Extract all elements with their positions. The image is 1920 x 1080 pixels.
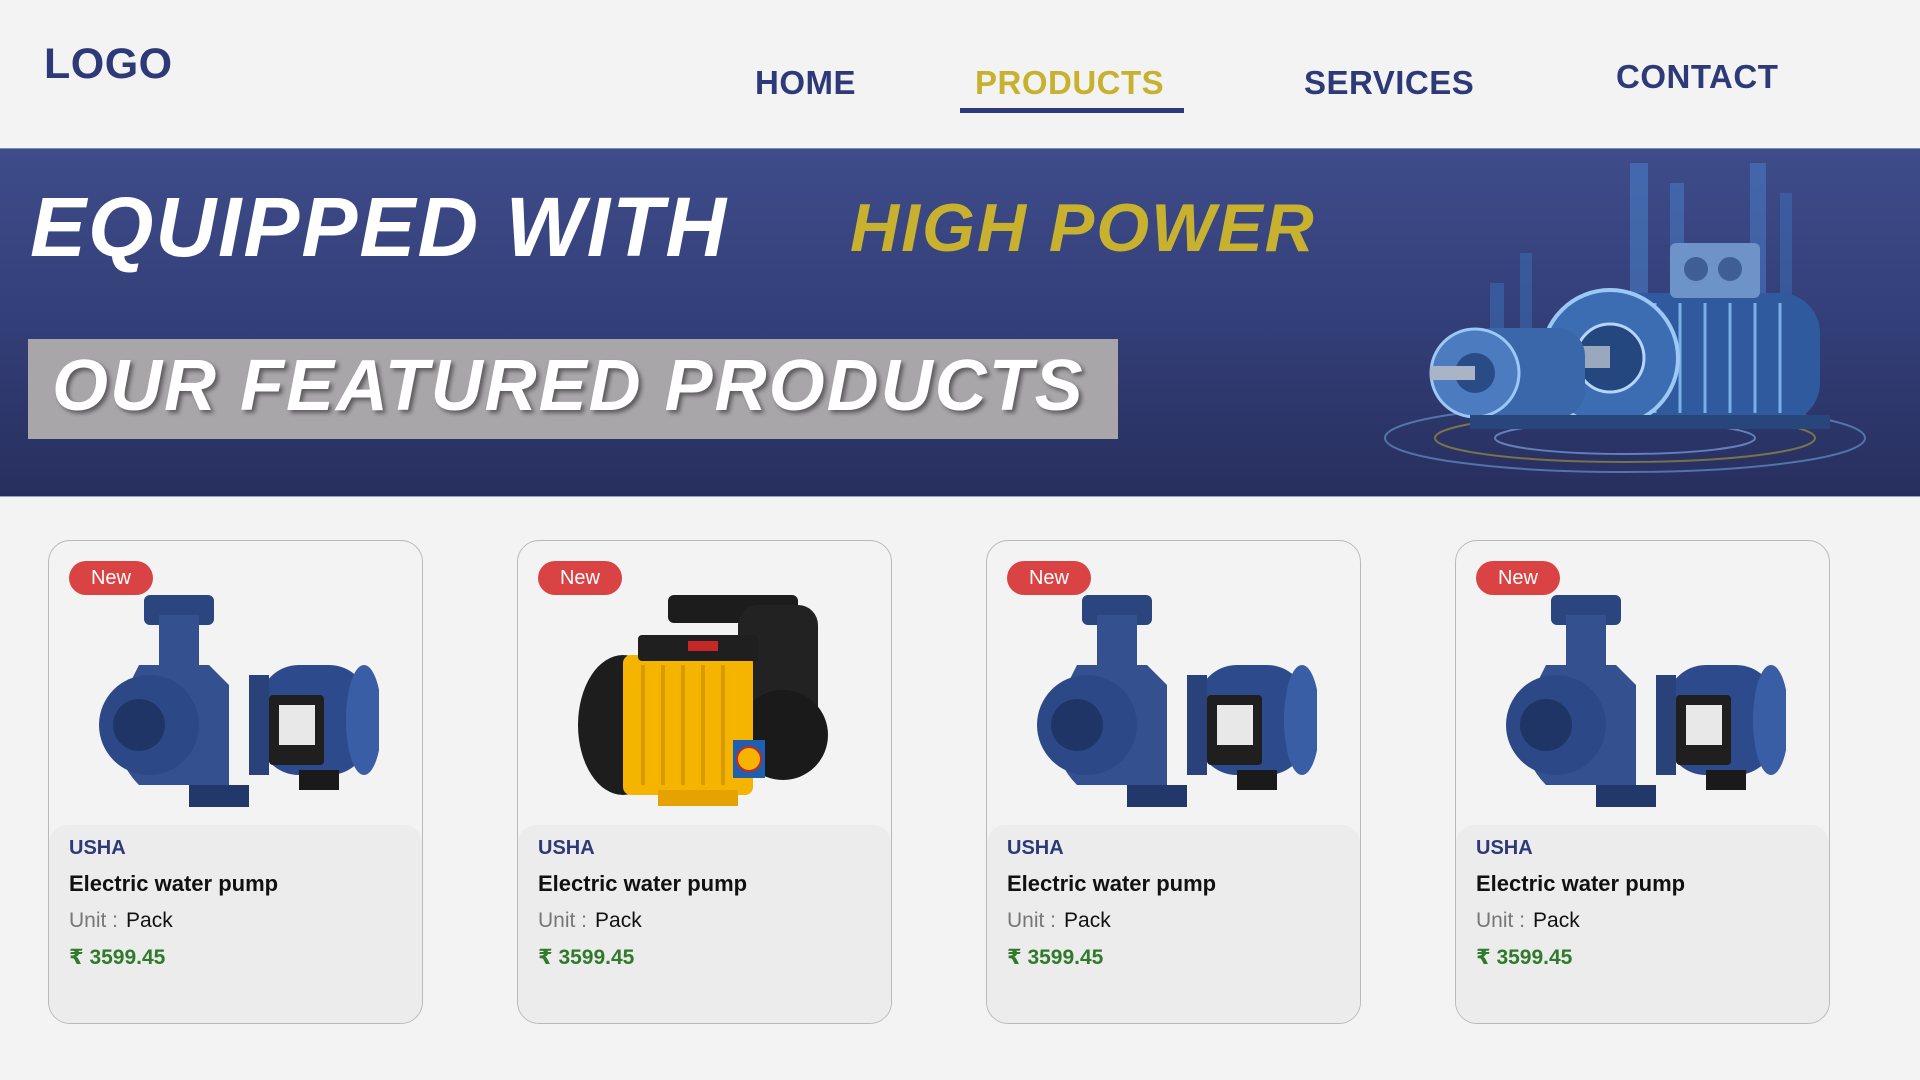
site-header: LOGO HOME PRODUCTS SERVICES CONTACT [0,0,1920,148]
product-price: ₹ 3599.45 [69,946,166,969]
nav-contact[interactable]: CONTACT [1616,58,1778,96]
product-name[interactable]: Electric water pump [69,871,278,897]
product-brand: USHA [1007,837,1064,859]
blue-pump-image [1506,595,1786,807]
product-card[interactable]: New USHA Electric water pump Unit : Pack … [517,540,892,1024]
banner-headline: EQUIPPED WITH [30,180,729,274]
blue-pump-image [99,595,379,807]
electric-motor-illustration [1384,163,1866,473]
unit-value: Pack [126,909,173,932]
unit-value: Pack [1064,909,1111,932]
product-card[interactable]: New USHA Electric water pump Unit : Pack … [1455,540,1830,1024]
product-card[interactable]: New USHA Electric water pump Unit : Pack … [986,540,1361,1024]
product-unit: Unit : Pack [1007,909,1111,933]
hero-banner: EQUIPPED WITH HIGH POWER OUR FEATURED PR… [0,148,1920,497]
product-brand: USHA [69,837,126,859]
product-brand: USHA [1476,837,1533,859]
unit-label: Unit : [538,909,588,932]
nav-home[interactable]: HOME [755,64,856,102]
blue-pump-image [1037,595,1317,807]
product-unit: Unit : Pack [1476,909,1580,933]
unit-label: Unit : [1007,909,1057,932]
product-price: ₹ 3599.45 [538,946,635,969]
product-unit: Unit : Pack [538,909,642,933]
nav-products[interactable]: PRODUCTS [975,64,1164,102]
banner-headline-accent: HIGH POWER [850,190,1316,266]
unit-label: Unit : [1476,909,1526,932]
nav-services[interactable]: SERVICES [1304,64,1474,102]
product-card[interactable]: New USHA Electric water pump Unit : Pack … [48,540,423,1024]
product-price: ₹ 3599.45 [1007,946,1104,969]
nav-active-indicator [960,108,1184,113]
yellow-pump-image [578,595,828,806]
product-name[interactable]: Electric water pump [1007,871,1216,897]
product-price: ₹ 3599.45 [1476,946,1573,969]
featured-title: OUR FEATURED PRODUCTS [52,346,1085,426]
product-unit: Unit : Pack [69,909,173,933]
product-name[interactable]: Electric water pump [1476,871,1685,897]
logo[interactable]: LOGO [44,40,173,89]
product-name[interactable]: Electric water pump [538,871,747,897]
product-brand: USHA [538,837,595,859]
unit-label: Unit : [69,909,119,932]
unit-value: Pack [595,909,642,932]
unit-value: Pack [1533,909,1580,932]
